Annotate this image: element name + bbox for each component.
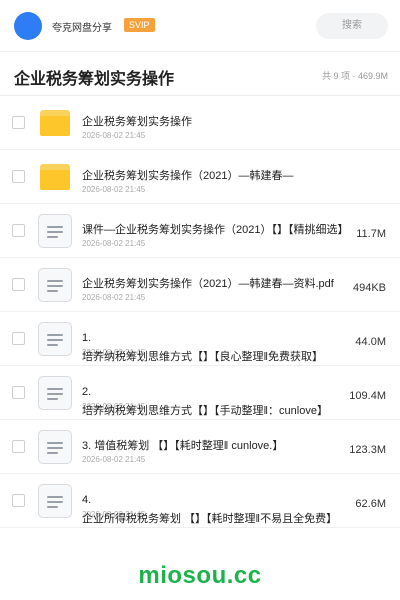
select-checkbox[interactable] <box>12 116 25 129</box>
search-button[interactable]: 搜索 <box>316 13 388 39</box>
item-summary: 共 9 项 · 469.9M <box>321 71 388 81</box>
item-size: 123.3M <box>349 444 386 456</box>
item-number: 2. <box>82 386 92 398</box>
select-checkbox[interactable] <box>12 332 25 345</box>
document-icon <box>38 214 72 248</box>
item-date: 2026-08-02 21:45 <box>82 131 146 140</box>
item-size: 11.7M <box>356 228 386 240</box>
folder-icon <box>38 106 72 140</box>
select-checkbox[interactable] <box>12 494 25 507</box>
item-name: 企业税务筹划实务操作（2021）—韩建春—资料.pdf <box>82 278 334 290</box>
document-icon <box>38 484 72 518</box>
list-item[interactable]: 3. 增值税筹划 【】【耗时整理‖ cunlove.】 2026-08-02 2… <box>0 420 400 474</box>
item-number: 4. <box>82 494 92 506</box>
list-item[interactable]: 2. 2026-08-02 21:45 培养纳税筹划思维方式【】【手动整理‖：c… <box>0 366 400 420</box>
document-icon <box>38 376 72 410</box>
item-date: 2026-08-02 21:45 <box>82 185 146 194</box>
item-size: 494KB <box>352 282 386 294</box>
item-name: 培养纳税筹划思维方式【】【手动整理‖：cunlove】 <box>82 405 328 417</box>
page-title: 企业税务筹划实务操作 <box>14 71 175 88</box>
item-date: 2026-08-02 21:45 <box>82 293 146 302</box>
select-checkbox[interactable] <box>12 440 25 453</box>
document-icon <box>38 268 72 302</box>
item-name: 培养纳税筹划思维方式【】【良心整理‖免费获取】 <box>82 351 324 363</box>
folder-header: 企业税务筹划实务操作 共 9 项 · 469.9M <box>0 52 400 96</box>
item-name: 企业税务筹划实务操作（2021）—韩建春— <box>82 170 294 182</box>
document-icon <box>38 430 72 464</box>
list-item[interactable]: 企业税务筹划实务操作 2026-08-02 21:45 <box>0 96 400 150</box>
site-watermark: miosou.cc <box>138 562 262 589</box>
item-name: 课件—企业税务筹划实务操作（2021）【】【精挑细选】 <box>82 224 349 236</box>
item-size: 44.0M <box>355 336 386 348</box>
document-icon <box>38 322 72 356</box>
svip-badge: SVIP <box>124 18 155 32</box>
select-checkbox[interactable] <box>12 170 25 183</box>
list-item[interactable]: 4. 2026-08-02 21:45 企业所得税税务筹划 【】【耗时整理‖不易… <box>0 474 400 528</box>
select-checkbox[interactable] <box>12 224 25 237</box>
folder-icon <box>38 160 72 194</box>
list-item[interactable]: 企业税务筹划实务操作（2021）—韩建春—资料.pdf 2026-08-02 2… <box>0 258 400 312</box>
list-item[interactable]: 1. 2026-08-02 21:45 培养纳税筹划思维方式【】【良心整理‖免费… <box>0 312 400 366</box>
item-name: 企业税务筹划实务操作 <box>82 116 192 128</box>
item-size: 109.4M <box>349 390 386 402</box>
item-date: 2026-08-02 21:45 <box>82 455 146 464</box>
select-checkbox[interactable] <box>12 278 25 291</box>
item-name: 3. 增值税筹划 【】【耗时整理‖ cunlove.】 <box>82 440 284 452</box>
item-size: 62.6M <box>355 498 386 510</box>
list-item[interactable]: 课件—企业税务筹划实务操作（2021）【】【精挑细选】 2026-08-02 2… <box>0 204 400 258</box>
avatar[interactable] <box>14 12 42 40</box>
item-number: 1. <box>82 332 92 344</box>
item-name: 企业所得税税务筹划 【】【耗时整理‖不易且全免费】 <box>82 513 338 525</box>
top-bar: 夸克网盘分享 SVIP 搜索 <box>0 0 400 52</box>
item-date: 2026-08-02 21:45 <box>82 239 146 248</box>
file-list: 企业税务筹划实务操作 2026-08-02 21:45 企业税务筹划实务操作（2… <box>0 96 400 528</box>
select-checkbox[interactable] <box>12 386 25 399</box>
list-item[interactable]: 企业税务筹划实务操作（2021）—韩建春— 2026-08-02 21:45 <box>0 150 400 204</box>
user-name: 夸克网盘分享 <box>52 23 112 34</box>
